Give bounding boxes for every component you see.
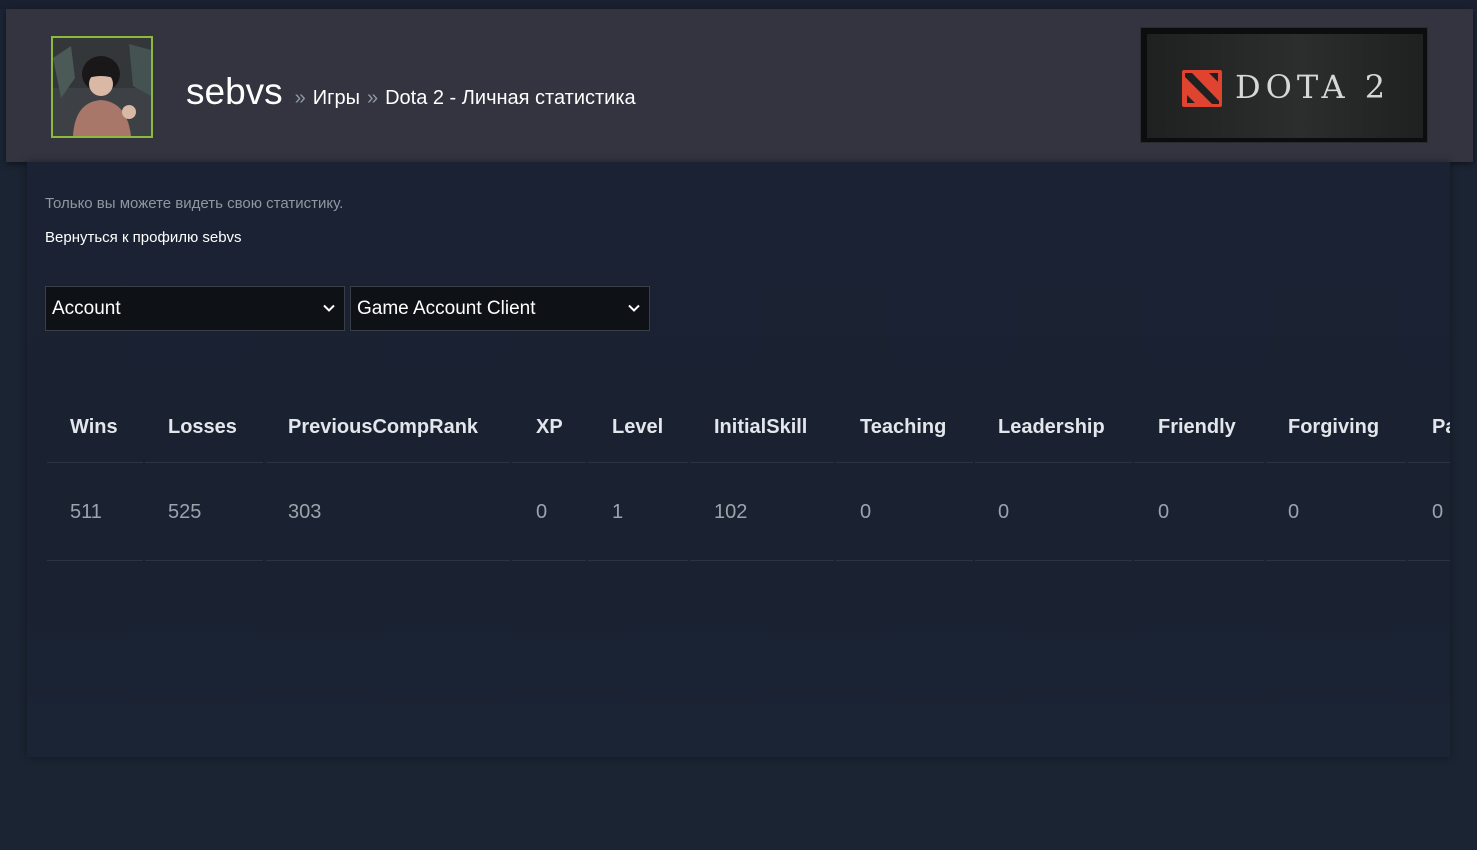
row-divider <box>1266 560 1406 561</box>
row-divider <box>145 560 263 561</box>
col-header-initialskill: InitialSkill <box>714 416 808 438</box>
top-strip <box>0 0 1477 9</box>
category-select[interactable]: Account <box>45 286 345 331</box>
stat-value-xp: 0 <box>536 501 548 523</box>
stat-value-losses: 525 <box>168 501 202 523</box>
stat-value-initialskill: 102 <box>714 501 748 523</box>
game-logo-text: DOTA 2 <box>1235 68 1391 106</box>
game-logo[interactable]: DOTA 2 <box>1140 27 1428 143</box>
privacy-note: Только вы можете видеть свою статистику. <box>45 195 344 212</box>
stat-value-wins: 511 <box>70 501 102 523</box>
stat-value-previouscomprank: 303 <box>288 501 322 523</box>
row-divider <box>975 560 1132 561</box>
header-divider <box>512 462 586 463</box>
source-select[interactable]: Game Account Client <box>350 286 650 331</box>
row-divider <box>266 560 510 561</box>
row-divider <box>1134 560 1264 561</box>
back-to-profile-link[interactable]: Вернуться к профилю sebvs <box>45 229 242 246</box>
header-divider <box>47 462 143 463</box>
col-header-level: Level <box>612 416 664 438</box>
stat-value-partial: 0 <box>1432 501 1444 523</box>
header-divider <box>1134 462 1264 463</box>
header-divider <box>1266 462 1406 463</box>
source-select-value: Game Account Client <box>357 297 536 319</box>
row-divider <box>47 560 143 561</box>
game-logo-banner: DOTA 2 <box>1147 34 1423 138</box>
col-header-forgiving: Forgiving <box>1288 416 1380 438</box>
breadcrumb-separator: » <box>366 87 379 109</box>
breadcrumb: sebvs » Игры » Dota 2 - Личная статистик… <box>186 71 636 113</box>
category-select-value: Account <box>52 297 121 319</box>
col-header-friendly: Friendly <box>1158 416 1236 438</box>
col-header-wins: Wins <box>70 416 118 438</box>
col-header-teaching: Teaching <box>860 416 947 438</box>
stat-value-forgiving: 0 <box>1288 501 1300 523</box>
stats-panel: Только вы можете видеть свою статистику.… <box>27 162 1450 757</box>
row-divider <box>588 560 688 561</box>
col-header-previouscomprank: PreviousCompRank <box>288 416 479 438</box>
header-divider <box>588 462 688 463</box>
col-header-losses: Losses <box>168 416 237 438</box>
row-divider <box>1408 560 1450 561</box>
dota-logo-icon <box>1182 70 1222 107</box>
games-link[interactable]: Игры <box>313 87 360 110</box>
chevron-down-icon <box>323 304 335 312</box>
header-divider <box>266 462 510 463</box>
header-divider <box>1408 462 1450 463</box>
stat-value-leadership: 0 <box>998 501 1010 523</box>
avatar-image <box>53 38 151 136</box>
stat-value-friendly: 0 <box>1158 501 1170 523</box>
profile-name-link[interactable]: sebvs <box>186 71 283 113</box>
row-divider <box>836 560 973 561</box>
page-title: Dota 2 - Личная статистика <box>385 87 636 109</box>
stat-value-teaching: 0 <box>860 501 872 523</box>
header-divider <box>690 462 834 463</box>
header-divider <box>836 462 973 463</box>
stat-value-level: 1 <box>612 501 624 523</box>
avatar[interactable] <box>51 36 153 138</box>
breadcrumb-separator: » <box>294 87 306 109</box>
profile-header: sebvs » Игры » Dota 2 - Личная статистик… <box>6 9 1473 162</box>
header-divider <box>975 462 1132 463</box>
row-divider <box>690 560 834 561</box>
header-divider <box>145 462 263 463</box>
stats-table: Wins Losses PreviousCompRank XP Level In… <box>47 380 1450 561</box>
chevron-down-icon <box>628 304 640 312</box>
col-header-xp: XP <box>536 416 563 438</box>
row-divider <box>512 560 586 561</box>
col-header-partial: Partn <box>1432 416 1450 438</box>
col-header-leadership: Leadership <box>998 416 1105 438</box>
